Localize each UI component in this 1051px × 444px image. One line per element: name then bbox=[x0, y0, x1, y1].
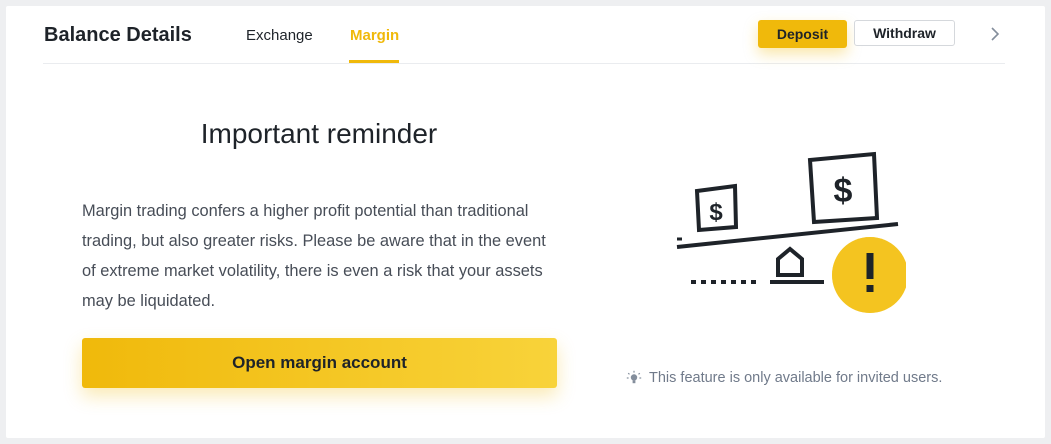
tab-exchange[interactable]: Exchange bbox=[246, 27, 313, 44]
chevron-right-icon[interactable] bbox=[985, 23, 1005, 45]
open-margin-account-button[interactable]: Open margin account bbox=[82, 338, 557, 388]
reminder-text: Margin trading confers a higher profit p… bbox=[82, 202, 546, 310]
withdraw-button[interactable]: Withdraw bbox=[854, 20, 955, 46]
page-title: Balance Details bbox=[44, 24, 192, 46]
svg-text:$: $ bbox=[709, 199, 723, 226]
tab-margin[interactable]: Margin bbox=[350, 27, 399, 44]
active-tab-indicator bbox=[349, 60, 399, 63]
svg-text:$: $ bbox=[834, 172, 853, 210]
card-header: Balance Details Exchange Margin Deposit … bbox=[43, 6, 1005, 64]
note-text: This feature is only available for invit… bbox=[649, 370, 943, 386]
exclamation-circle-icon bbox=[832, 237, 908, 313]
invited-users-note: This feature is only available for invit… bbox=[626, 368, 942, 388]
lightbulb-icon bbox=[626, 370, 642, 386]
balance-details-card: Balance Details Exchange Margin Deposit … bbox=[6, 6, 1045, 438]
seesaw-risk-illustration: $ $ bbox=[674, 146, 908, 316]
reminder-title: Important reminder bbox=[200, 118, 438, 149]
deposit-button[interactable]: Deposit bbox=[758, 20, 847, 48]
